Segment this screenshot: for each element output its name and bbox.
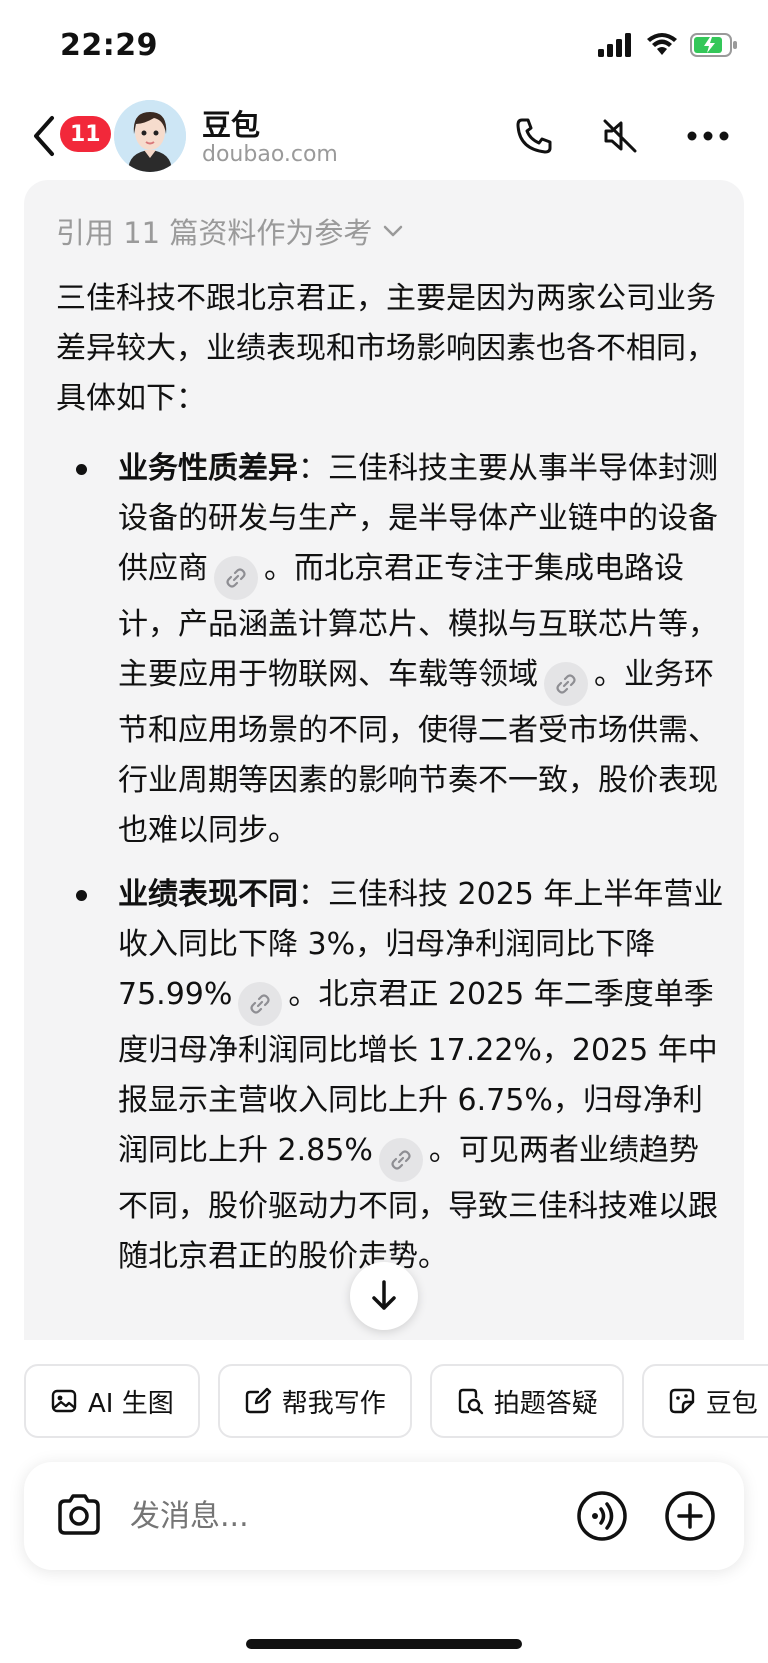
quick-action-label: AI 生图 [88,1388,174,1419]
camera-icon [58,1494,100,1535]
battery-icon [690,33,737,57]
chevron-down-icon [384,225,403,237]
source-link-button[interactable] [378,1138,423,1182]
link-icon [556,674,576,694]
status-bar: 22:29 [0,0,768,96]
camera-button[interactable] [54,1490,104,1544]
assistant-message: 引用 11 篇资料作为参考 三佳科技不跟北京君正，主要是因为两家公司业务差异较大… [24,180,744,1340]
add-button[interactable] [664,1490,716,1546]
status-icons [598,32,738,58]
signal-icon [598,33,631,57]
image-icon [51,1389,77,1413]
voice-call-button[interactable] [576,1490,628,1546]
quick-action-doubao[interactable]: 豆包 [641,1364,768,1438]
sticker-icon [669,1388,694,1414]
list-item: 业绩表现不同：三佳科技 2025 年上半年营业收入同比下降 3%，归母净利润同比… [56,870,726,1282]
source-link-button[interactable] [214,556,258,600]
phone-icon [516,118,552,154]
call-button[interactable] [512,114,556,158]
message-intro: 三佳科技不跟北京君正，主要是因为两家公司业务差异较大，业绩表现和市场影响因素也各… [56,281,716,416]
link-icon [391,1150,411,1170]
message-input[interactable] [130,1490,530,1542]
more-button[interactable] [686,114,730,158]
search-doc-icon [458,1388,483,1415]
bot-avatar-icon [114,100,186,172]
quick-action-label: 豆包 [705,1388,758,1419]
link-icon [226,568,246,588]
mute-button[interactable] [598,114,642,158]
edit-icon [245,1387,271,1414]
unread-badge: 11 [60,116,111,152]
message-input-bar [24,1462,744,1570]
more-icon [687,131,729,141]
source-link-button[interactable] [238,982,283,1026]
quick-action-label: 帮我写作 [281,1388,386,1419]
arrow-down-icon [372,1280,396,1310]
source-link-button[interactable] [544,662,588,706]
speaker-muted-icon [603,119,637,153]
quick-action-label: 拍题答疑 [493,1388,598,1419]
home-indicator[interactable] [246,1639,522,1649]
wifi-icon [647,33,677,55]
chevron-left-icon [34,116,54,156]
chat-header: 11 豆包 doubao.com [0,96,768,176]
bullet-dot [76,890,87,901]
quick-action-photo-question[interactable]: 拍题答疑 [429,1364,624,1438]
bot-site: doubao.com [202,142,338,167]
quick-actions: AI 生图 帮我写作 拍题答疑 豆包 [24,1364,768,1438]
message-body: 三佳科技不跟北京君正，主要是因为两家公司业务差异较大，业绩表现和市场影响因素也各… [56,274,726,1296]
composer-area: AI 生图 帮我写作 拍题答疑 豆包 [0,1340,768,1663]
plus-icon [665,1491,715,1541]
bullet-dot [76,464,87,475]
quick-action-writing[interactable]: 帮我写作 [217,1364,412,1438]
status-time: 22:29 [60,28,158,63]
citation-toggle[interactable]: 引用 11 篇资料作为参考 [56,210,404,252]
voice-wave-icon [577,1491,627,1541]
quick-action-ai-image[interactable]: AI 生图 [24,1364,200,1438]
bot-name: 豆包 [202,108,261,142]
citation-label: 引用 11 篇资料作为参考 [56,216,373,250]
list-item: 业务性质差异：三佳科技主要从事半导体封测设备的研发与生产，是半导体产业链中的设备… [56,444,726,856]
bullet-title: 业绩表现不同 [118,877,298,912]
avatar[interactable] [114,100,186,172]
bullet-title: 业务性质差异 [118,451,298,486]
link-icon [250,994,270,1014]
scroll-to-bottom-button[interactable] [350,1262,418,1330]
